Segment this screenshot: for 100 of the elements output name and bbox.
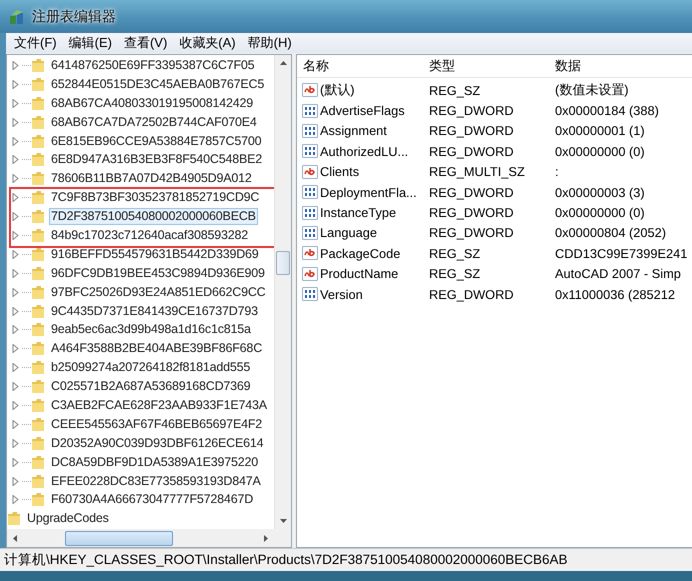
value-name[interactable]: PackageCode — [320, 246, 400, 261]
binary-value-icon — [302, 102, 318, 119]
value-data: 0x00000001 (1) — [554, 123, 645, 138]
tree-item[interactable]: 6E8D947A316B3EB3F8F540C548BE2 — [49, 151, 264, 168]
folder-icon — [31, 284, 45, 300]
string-value-icon — [302, 266, 318, 282]
folder-icon — [31, 76, 45, 92]
folder-icon — [31, 304, 45, 319]
value-data: (数值未设置) — [554, 82, 629, 99]
tree-item[interactable]: 68AB67CA7DA72502B744CAF070E4 — [49, 114, 259, 131]
folder-icon — [31, 379, 45, 394]
tree-item[interactable]: 97BFC25026D93E24A851ED662C9CC — [49, 284, 268, 301]
folder-icon — [31, 171, 45, 186]
binary-value-icon — [302, 286, 318, 302]
folder-icon — [31, 96, 45, 111]
value-data: 0x11000036 (285212 — [554, 286, 676, 302]
value-name[interactable]: (默认) — [320, 82, 355, 99]
tree-item[interactable]: UpgradeCodes — [25, 510, 111, 528]
string-value-icon — [302, 164, 318, 180]
column-header[interactable]: 数据 — [549, 57, 581, 75]
folder-icon — [31, 322, 45, 338]
tree-item[interactable]: 9C4435D7371E841439CE16737D793 — [49, 302, 260, 320]
column-header[interactable]: 类型 — [423, 57, 549, 75]
folder-icon — [31, 58, 45, 73]
folder-icon — [31, 341, 45, 356]
tree-item[interactable]: 916BEFFD554579631B5442D339D69 — [49, 246, 261, 263]
folder-icon — [31, 360, 45, 376]
folder-icon — [31, 416, 45, 432]
tree-item[interactable]: b25099274a207264182f8181add555 — [49, 359, 252, 376]
folder-icon — [31, 492, 45, 508]
column-header[interactable]: 名称 — [297, 57, 423, 75]
window-title: 注册表编辑器 — [32, 8, 116, 26]
value-type: REG_DWORD — [428, 123, 515, 138]
value-name[interactable]: Assignment — [320, 123, 387, 138]
scroll-thumb[interactable] — [65, 530, 173, 546]
folder-icon — [31, 454, 45, 470]
value-name[interactable]: Clients — [320, 164, 360, 180]
value-data: 0x00000000 (0) — [554, 144, 645, 159]
tree-item[interactable]: 68AB67CA408033019195008142429 — [49, 94, 256, 112]
tree-item[interactable]: 84b9c17023c712640acaf308593282 — [49, 226, 250, 244]
folder-icon — [31, 114, 45, 130]
binary-value-icon — [302, 184, 318, 200]
tree-item[interactable]: 6E815EB96CCE9A53884E7857C5700 — [49, 132, 264, 150]
menu-item[interactable]: 文件(F) — [8, 33, 63, 53]
binary-value-icon — [302, 143, 318, 160]
tree-item[interactable]: F60730A4A66673047777F5728467D — [49, 491, 256, 508]
tree-item[interactable]: DC8A59DBF9D1DA5389A1E3975220 — [49, 454, 260, 471]
value-type: REG_DWORD — [428, 184, 515, 200]
tree-item[interactable]: A464F3588B2BE404ABE39BF86F68C — [49, 340, 264, 358]
folder-icon — [31, 266, 45, 281]
scroll-thumb[interactable] — [276, 251, 290, 275]
value-data: CDD13C99E7399E241 — [554, 246, 688, 261]
binary-value-icon — [302, 204, 318, 221]
folder-icon — [31, 474, 45, 489]
value-type: REG_DWORD — [428, 205, 515, 220]
value-type: REG_SZ — [428, 246, 482, 261]
tree-item[interactable]: CEEE545563AF67F46BEB65697E4F2 — [49, 416, 264, 433]
value-type: REG_DWORD — [428, 225, 515, 240]
binary-value-icon — [302, 224, 318, 241]
tree-item[interactable]: 7D2F387510054080002000060BECB — [49, 208, 258, 226]
folder-icon — [31, 134, 45, 148]
value-data: 0x00000184 (388) — [554, 103, 659, 118]
tree-item[interactable]: 7C9F8B73BF303523781852719CD9C — [49, 189, 262, 206]
value-name[interactable]: Language — [320, 225, 377, 240]
value-name[interactable]: AuthorizedLU... — [320, 144, 408, 159]
value-type: REG_SZ — [428, 266, 482, 282]
status-path: 计算机\HKEY_CLASSES_ROOT\Installer\Products\7D2F387510054080002000060BECB6AB — [4, 551, 568, 569]
value-name[interactable]: InstanceType — [320, 205, 396, 220]
tree-item[interactable]: 652844E0515DE3C45AEBA0B767EC5 — [49, 76, 266, 93]
value-name[interactable]: Version — [320, 286, 363, 302]
value-type: REG_MULTI_SZ — [428, 164, 526, 180]
value-name[interactable]: ProductName — [320, 266, 398, 282]
folder-icon — [7, 511, 21, 526]
value-type: REG_SZ — [428, 82, 482, 98]
tree-item[interactable]: 78606B11BB7A07D42B4905D9A012 — [49, 170, 254, 188]
folder-icon — [31, 398, 45, 413]
string-value-icon — [302, 82, 318, 98]
tree-item[interactable]: 9eab5ec6ac3d99b498a1d16c1c815a — [49, 321, 253, 338]
value-data: 0x00000804 (2052) — [554, 225, 666, 240]
value-name[interactable]: AdvertiseFlags — [320, 103, 405, 118]
tree-item[interactable]: EFEE0228DC83E77358593193D847A — [49, 472, 263, 490]
tree-item[interactable]: 96DFC9DB19BEE453C9894D936E909 — [49, 264, 267, 282]
folder-icon — [31, 246, 45, 262]
folder-icon — [31, 436, 45, 451]
menu-item[interactable]: 收藏夹(A) — [173, 33, 242, 53]
folder-icon — [31, 190, 45, 206]
value-type: REG_DWORD — [428, 286, 515, 302]
value-name[interactable]: DeploymentFla... — [320, 184, 417, 200]
tree-item[interactable]: 6414876250E69FF3395387C6C7F05 — [49, 56, 256, 74]
tree-item[interactable]: C025571B2A687A53689168CD7369 — [49, 378, 252, 396]
folder-icon — [31, 152, 45, 168]
menu-item[interactable]: 编辑(E) — [62, 33, 118, 53]
menu-item[interactable]: 查看(V) — [118, 33, 174, 53]
value-data: 0x00000000 (0) — [554, 205, 645, 220]
value-data: AutoCAD 2007 - Simp — [554, 266, 681, 282]
registry-app-icon — [8, 8, 26, 26]
tree-item[interactable]: D20352A90C039D93DBF6126ECE614 — [49, 434, 266, 452]
folder-icon — [31, 209, 45, 224]
menu-item[interactable]: 帮助(H) — [242, 33, 298, 53]
tree-item[interactable]: C3AEB2FCAE628F23AAB933F1E743A — [49, 396, 269, 414]
